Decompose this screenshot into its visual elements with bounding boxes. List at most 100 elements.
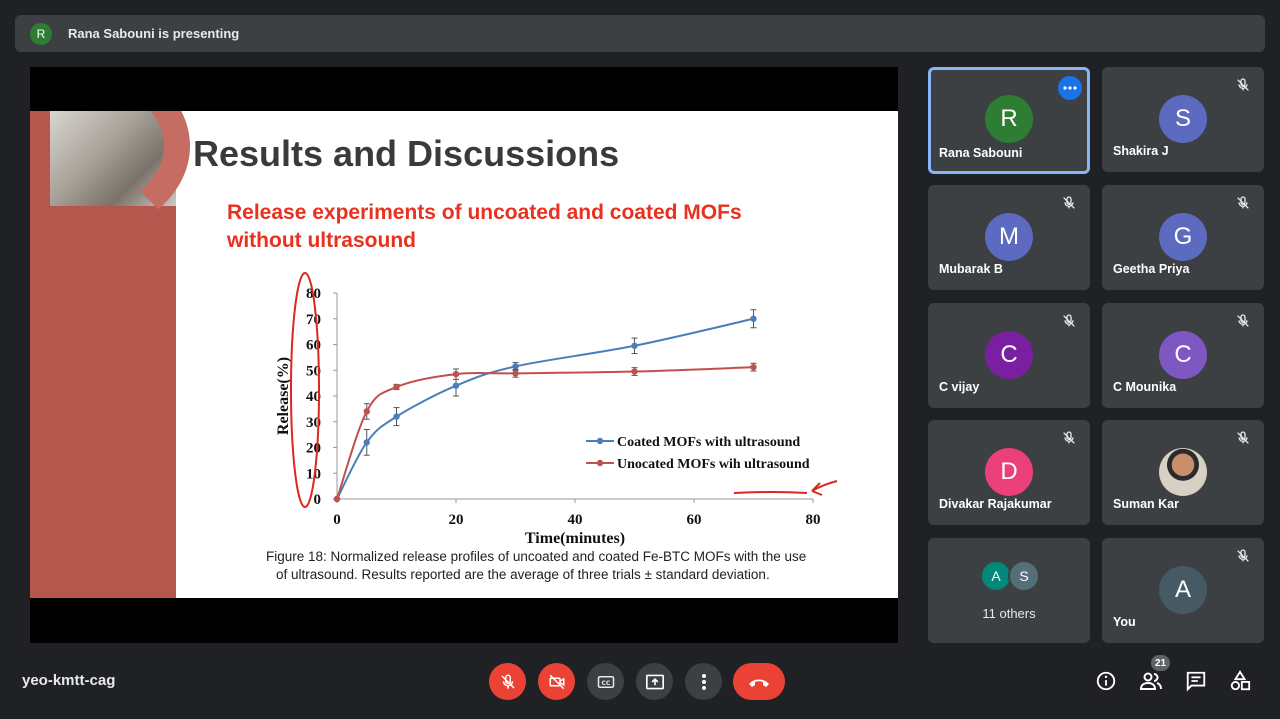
- data-point: [393, 413, 400, 420]
- chat-button[interactable]: [1183, 668, 1209, 694]
- annotation-underline: [733, 491, 808, 494]
- present-icon: [645, 674, 664, 689]
- legend-swatch-marker: [596, 459, 604, 467]
- participant-name: Divakar Rajakumar: [939, 497, 1052, 511]
- data-point: [512, 363, 519, 370]
- more-options-button[interactable]: [685, 663, 722, 700]
- participant-tile-rana-sabouni[interactable]: R Rana Sabouni: [928, 67, 1090, 174]
- data-point: [452, 370, 460, 378]
- mic-off-icon: [500, 674, 515, 689]
- participant-tile-divakar-rajakumar[interactable]: D Divakar Rajakumar: [928, 420, 1090, 525]
- x-tick-label: 40: [568, 512, 583, 528]
- present-now-button[interactable]: [636, 663, 673, 700]
- legend-label: Unocated MOFs wih ultrasound: [617, 457, 810, 472]
- data-point: [750, 315, 757, 322]
- slide-title: Results and Discussions: [193, 133, 620, 174]
- participant-tile-c-mounika[interactable]: CC Mounika: [1102, 303, 1264, 408]
- muted-mic-icon: [1235, 313, 1253, 331]
- muted-mic-icon: [1235, 548, 1253, 566]
- others-avatar: S: [1008, 560, 1040, 592]
- legend-label: Coated MOFs with ultrasound: [617, 435, 800, 450]
- slide-subtitle: Release experiments of uncoated and coat…: [227, 199, 847, 255]
- people-button[interactable]: [1138, 668, 1164, 694]
- captions-button[interactable]: CC: [587, 663, 624, 700]
- participant-tile-you[interactable]: A You: [1102, 538, 1264, 643]
- participant-tile-mubarak-b[interactable]: M Mubarak B: [928, 185, 1090, 290]
- participant-avatar: S: [1159, 95, 1207, 143]
- presenting-banner: R Rana Sabouni is presenting: [15, 15, 1265, 52]
- captions-icon: CC: [597, 675, 614, 688]
- y-axis-title: Release(%): [275, 357, 292, 435]
- muted-mic-icon: [1235, 195, 1253, 213]
- activities-icon: [1230, 670, 1251, 691]
- data-point: [631, 342, 638, 349]
- participant-avatar: G: [1159, 213, 1207, 261]
- y-tick-label: 20: [306, 441, 321, 457]
- data-point: [363, 439, 370, 446]
- x-tick-label: 0: [333, 512, 341, 528]
- participant-name: C vijay: [939, 380, 980, 394]
- presenter-avatar: R: [30, 22, 52, 45]
- others-label: 11 others: [982, 606, 1036, 621]
- meeting-code: yeo-kmtt-cag: [22, 672, 116, 689]
- participant-tile-suman-kar[interactable]: Suman Kar: [1102, 420, 1264, 525]
- info-icon: [1096, 671, 1116, 691]
- presentation-stage[interactable]: Results and Discussions Release experime…: [30, 67, 898, 643]
- end-call-icon: [749, 679, 769, 687]
- participant-name: You: [1113, 615, 1136, 629]
- participant-avatar: C: [985, 331, 1033, 379]
- participant-name: Suman Kar: [1113, 497, 1179, 511]
- caption-line2: of ultrasound. Results reported are the …: [276, 567, 770, 582]
- data-point: [512, 370, 519, 377]
- slide-subtitle-line2: without ultrasound: [227, 229, 416, 252]
- chat-icon: [1186, 671, 1206, 692]
- release-chart: 010203040506070800 20 40 60 80Time(minutes)R…: [275, 272, 838, 547]
- participant-avatar: A: [1159, 566, 1207, 614]
- activities-button[interactable]: [1227, 668, 1253, 694]
- participant-name: Shakira J: [1113, 144, 1169, 158]
- others-tile[interactable]: A S 11 others: [928, 538, 1090, 643]
- participant-name: Mubarak B: [939, 262, 1003, 276]
- more-options-icon: [701, 673, 706, 690]
- leave-call-button[interactable]: [733, 663, 785, 700]
- data-point: [393, 383, 400, 391]
- svg-text:CC: CC: [601, 680, 610, 687]
- data-point: [631, 368, 638, 375]
- participant-name: C Mounika: [1113, 380, 1177, 394]
- x-tick-label: 60: [687, 512, 702, 528]
- participant-avatar: M: [985, 213, 1033, 261]
- camera-toggle-button[interactable]: [538, 663, 575, 700]
- muted-mic-icon: [1061, 313, 1079, 331]
- presenting-text: Rana Sabouni is presenting: [68, 26, 240, 41]
- caption-line1: Figure 18: Normalized release profiles o…: [266, 549, 807, 564]
- participant-avatar: R: [985, 95, 1033, 143]
- people-icon: [1139, 672, 1162, 690]
- meeting-details-button[interactable]: [1093, 668, 1119, 694]
- x-tick-label: 80: [806, 512, 821, 528]
- slide: Results and Discussions Release experime…: [30, 111, 898, 598]
- x-tick-label: 20: [449, 512, 464, 528]
- participant-name: Rana Sabouni: [939, 146, 1023, 160]
- data-point: [750, 363, 757, 371]
- more-horizontal-icon: [1063, 86, 1077, 90]
- participant-avatar: C: [1159, 331, 1207, 379]
- data-point: [363, 408, 370, 415]
- data-point: [452, 382, 460, 389]
- others-avatars: A S: [980, 560, 1040, 592]
- x-axis-title: Time(minutes): [525, 530, 625, 547]
- y-tick-label: 0: [314, 492, 322, 508]
- participant-tile-c-vijay[interactable]: C C vijay: [928, 303, 1090, 408]
- figure-caption: Figure 18: Normalized release profiles o…: [266, 548, 866, 584]
- participant-tile-shakira-j[interactable]: S Shakira J: [1102, 67, 1264, 172]
- annotation-arrow: [811, 480, 838, 496]
- participant-tile-geetha-priya[interactable]: G Geetha Priya: [1102, 185, 1264, 290]
- camera-off-icon: [549, 674, 564, 689]
- mic-toggle-button[interactable]: [489, 663, 526, 700]
- participant-avatar: [1159, 448, 1207, 496]
- participant-count-badge: 21: [1151, 655, 1170, 671]
- y-tick-label: 70: [306, 312, 321, 328]
- participant-name: Geetha Priya: [1113, 262, 1190, 276]
- muted-mic-icon: [1061, 430, 1079, 448]
- tile-options-button[interactable]: [1058, 76, 1082, 100]
- legend-swatch-marker: [596, 437, 604, 445]
